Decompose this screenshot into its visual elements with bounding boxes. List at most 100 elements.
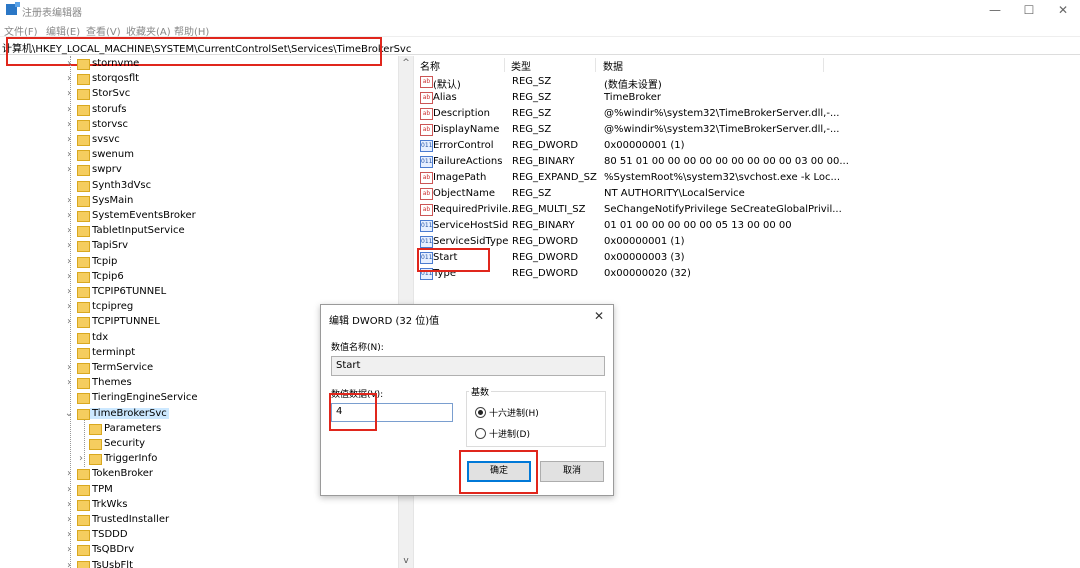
- menu-edit[interactable]: 编辑(E): [46, 23, 80, 38]
- minimize-button[interactable]: —: [985, 2, 1005, 18]
- tree-item-label[interactable]: Tcpip: [92, 256, 117, 267]
- value-row[interactable]: ab ObjectName REG_SZ NT AUTHORITY\LocalServ…: [414, 186, 1080, 202]
- expand-chevron-icon[interactable]: ›: [64, 362, 74, 373]
- tree-item-label[interactable]: tcpipreg: [92, 301, 133, 312]
- value-row[interactable]: 011 FailureActions REG_BINARY 80 51 01 00 0…: [414, 154, 1080, 170]
- column-header-data[interactable]: 数据: [597, 58, 824, 73]
- scroll-up-icon[interactable]: ^: [399, 56, 413, 70]
- tree-item-label[interactable]: svsvc: [92, 134, 120, 145]
- tree-item-label[interactable]: swprv: [92, 164, 122, 175]
- tree-item-label[interactable]: SystemEventsBroker: [92, 210, 196, 221]
- value-row[interactable]: ab Alias REG_SZ TimeBroker: [414, 90, 1080, 106]
- expand-chevron-icon[interactable]: ›: [64, 149, 74, 160]
- value-row[interactable]: ab RequiredPrivile... REG_MULTI_SZ SeChange…: [414, 202, 1080, 218]
- tree-item[interactable]: Synth3dVsc: [0, 179, 398, 194]
- tree-item-label[interactable]: terminpt: [92, 347, 135, 358]
- expand-chevron-icon[interactable]: ›: [64, 210, 74, 221]
- maximize-button[interactable]: ☐: [1019, 2, 1039, 18]
- value-row[interactable]: 011 Type REG_DWORD 0x00000020 (32): [414, 266, 1080, 282]
- expand-chevron-icon[interactable]: ›: [64, 73, 74, 84]
- tree-item[interactable]: › TSDDD: [0, 528, 398, 543]
- value-row[interactable]: 011 ServiceSidType REG_DWORD 0x00000001 (1): [414, 234, 1080, 250]
- menu-favorites[interactable]: 收藏夹(A): [126, 23, 171, 38]
- tree-item[interactable]: › SysMain: [0, 194, 398, 209]
- tree-item-label[interactable]: TieringEngineService: [92, 392, 198, 403]
- tree-item[interactable]: › storufs: [0, 103, 398, 118]
- tree-item-label[interactable]: TokenBroker: [92, 468, 153, 479]
- tree-item-label[interactable]: SysMain: [92, 195, 133, 206]
- expand-chevron-icon[interactable]: ›: [64, 104, 74, 115]
- tree-item[interactable]: › TrkWks: [0, 498, 398, 513]
- expand-chevron-icon[interactable]: ›: [64, 286, 74, 297]
- tree-item[interactable]: › storvsc: [0, 118, 398, 133]
- expand-chevron-icon[interactable]: ›: [64, 271, 74, 282]
- hex-radio[interactable]: [475, 407, 486, 418]
- tree-item-label[interactable]: storvsc: [92, 119, 128, 130]
- tree-item[interactable]: › swprv: [0, 163, 398, 178]
- expand-chevron-icon[interactable]: ›: [64, 58, 74, 69]
- column-header-name[interactable]: 名称: [414, 58, 505, 73]
- expand-chevron-icon[interactable]: ›: [64, 377, 74, 388]
- expand-chevron-icon[interactable]: ›: [64, 529, 74, 540]
- tree-item[interactable]: › svsvc: [0, 133, 398, 148]
- tree-item[interactable]: › TCPIP6TUNNEL: [0, 285, 398, 300]
- tree-item[interactable]: › stornvme: [0, 57, 398, 72]
- hex-radio-label[interactable]: 十六进制(H): [489, 406, 539, 419]
- tree-item-label[interactable]: TermService: [92, 362, 153, 373]
- tree-item-label[interactable]: swenum: [92, 149, 134, 160]
- tree-item-label[interactable]: Parameters: [104, 423, 161, 434]
- tree-item-label[interactable]: TabletInputService: [92, 225, 185, 236]
- expand-chevron-icon[interactable]: ›: [64, 468, 74, 479]
- expand-chevron-icon[interactable]: ›: [64, 484, 74, 495]
- tree-item-label[interactable]: Themes: [92, 377, 132, 388]
- dialog-close-icon[interactable]: ✕: [591, 308, 607, 324]
- tree-item-label[interactable]: TrkWks: [92, 499, 127, 510]
- tree-item-label[interactable]: TapiSrv: [92, 240, 128, 251]
- tree-item-label[interactable]: tdx: [92, 332, 108, 343]
- expand-chevron-icon[interactable]: ›: [64, 164, 74, 175]
- expand-chevron-icon[interactable]: ›: [64, 316, 74, 327]
- tree-item[interactable]: › SystemEventsBroker: [0, 209, 398, 224]
- expand-chevron-icon[interactable]: ›: [64, 225, 74, 236]
- tree-item-label[interactable]: storufs: [92, 104, 126, 115]
- expand-chevron-icon[interactable]: ›: [64, 195, 74, 206]
- collapse-chevron-icon[interactable]: ⌄: [64, 408, 74, 419]
- tree-item[interactable]: › TsQBDrv: [0, 543, 398, 558]
- tree-item-label[interactable]: TsUsbFlt: [92, 560, 133, 568]
- expand-chevron-icon[interactable]: ›: [76, 453, 86, 464]
- tree-item[interactable]: › StorSvc: [0, 87, 398, 102]
- value-row[interactable]: ab (默认) REG_SZ (数值未设置): [414, 74, 1080, 91]
- value-row[interactable]: 011 ServiceHostSid REG_BINARY 01 01 00 00 0…: [414, 218, 1080, 234]
- dec-radio-label[interactable]: 十进制(D): [489, 427, 530, 440]
- value-row[interactable]: 011 Start REG_DWORD 0x00000003 (3): [414, 250, 1080, 266]
- tree-item-label[interactable]: TCPIPTUNNEL: [92, 316, 160, 327]
- tree-item-label[interactable]: TCPIP6TUNNEL: [92, 286, 166, 297]
- tree-item[interactable]: › TabletInputService: [0, 224, 398, 239]
- tree-item-label[interactable]: Tcpip6: [92, 271, 124, 282]
- expand-chevron-icon[interactable]: ›: [64, 134, 74, 145]
- tree-item-label[interactable]: TPM: [92, 484, 113, 495]
- tree-item[interactable]: › swenum: [0, 148, 398, 163]
- tree-item-label[interactable]: Security: [104, 438, 145, 449]
- expand-chevron-icon[interactable]: ›: [64, 301, 74, 312]
- menu-view[interactable]: 查看(V): [86, 23, 121, 38]
- expand-chevron-icon[interactable]: ›: [64, 514, 74, 525]
- close-button[interactable]: ✕: [1053, 2, 1073, 18]
- expand-chevron-icon[interactable]: ›: [64, 240, 74, 251]
- expand-chevron-icon[interactable]: ›: [64, 256, 74, 267]
- tree-item-label[interactable]: TrustedInstaller: [92, 514, 169, 525]
- tree-item-label[interactable]: TriggerInfo: [104, 453, 157, 464]
- scroll-down-icon[interactable]: v: [399, 554, 413, 568]
- expand-chevron-icon[interactable]: ›: [64, 119, 74, 130]
- tree-item-label[interactable]: TSDDD: [92, 529, 128, 540]
- tree-item[interactable]: › Tcpip6: [0, 270, 398, 285]
- tree-item[interactable]: › TapiSrv: [0, 239, 398, 254]
- expand-chevron-icon[interactable]: ›: [64, 88, 74, 99]
- tree-item[interactable]: › Tcpip: [0, 255, 398, 270]
- expand-chevron-icon[interactable]: ›: [64, 499, 74, 510]
- value-row[interactable]: ab ImagePath REG_EXPAND_SZ %SystemRoot%\sys…: [414, 170, 1080, 186]
- tree-item-label[interactable]: stornvme: [92, 58, 139, 69]
- tree-item-label[interactable]: StorSvc: [92, 88, 130, 99]
- dec-radio[interactable]: [475, 428, 486, 439]
- tree-item[interactable]: › storqosflt: [0, 72, 398, 87]
